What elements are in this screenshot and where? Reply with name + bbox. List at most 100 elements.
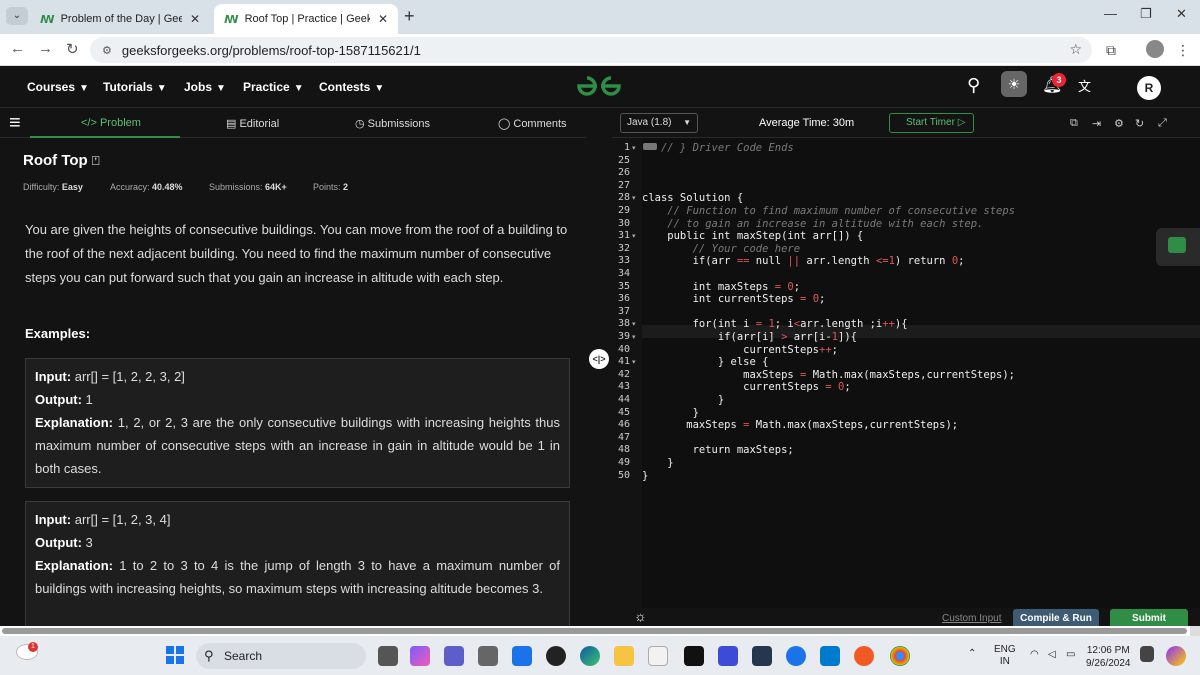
chevron-down-icon: ▼	[683, 118, 691, 127]
browser-profile-avatar[interactable]	[1146, 40, 1164, 58]
taskbar-clock[interactable]: 12:06 PM 9/26/2024	[1086, 644, 1131, 670]
site-info-icon[interactable]: ⚙	[102, 44, 112, 57]
fold-arrow-icon[interactable]: ▾	[632, 358, 636, 366]
wifi-icon[interactable]: ◠	[1030, 649, 1039, 661]
copy-icon[interactable]: ⧉	[1070, 117, 1078, 130]
nav-courses[interactable]: Courses ▼	[27, 80, 89, 94]
copilot-icon[interactable]	[410, 646, 430, 666]
fold-arrow-icon[interactable]: ▾	[632, 232, 636, 240]
fold-arrow-icon[interactable]: ▾	[632, 144, 636, 152]
teams-icon[interactable]	[444, 646, 464, 666]
line-number: 41	[617, 356, 630, 368]
nav-contests[interactable]: Contests ▼	[319, 80, 384, 94]
url-field[interactable]: ⚙ geeksforgeeks.org/problems/roof-top-15…	[90, 37, 1092, 63]
tab-comments[interactable]: ◯ Comments	[498, 117, 567, 130]
browser-tab-rooftop[interactable]: ꟿ Roof Top | Practice | GeeksforGe ✕	[214, 4, 398, 34]
nav-practice[interactable]: Practice ▼	[243, 80, 304, 94]
code-editor[interactable]: 1 ▾ // } Driver Code Ends 25 26 27 28 ▾ class S…	[612, 138, 1200, 608]
nav-tutorials[interactable]: Tutorials ▼	[103, 80, 167, 94]
line-number: 29	[617, 205, 630, 216]
code-line: }	[642, 394, 725, 406]
minimize-icon[interactable]: —	[1104, 6, 1117, 21]
browser-menu-icon[interactable]: ⋮	[1176, 42, 1190, 59]
restore-icon[interactable]: ❐	[1140, 6, 1152, 22]
export-icon[interactable]: ⇥	[1092, 117, 1101, 130]
windows-start-icon[interactable]	[166, 646, 184, 664]
chat-icon	[1168, 237, 1186, 253]
widgets-icon[interactable]	[1166, 646, 1186, 666]
vscode-icon[interactable]	[820, 646, 840, 666]
hamburger-menu-icon[interactable]: ≡	[9, 113, 21, 133]
language-select[interactable]: Java (1.8) ▼	[620, 113, 698, 133]
back-icon[interactable]: ←	[10, 40, 25, 57]
start-timer-button[interactable]: Start Timer ▷	[889, 113, 974, 133]
panel-resize-handle[interactable]: <|>	[589, 349, 609, 369]
tab-search-button[interactable]: ⌄	[6, 7, 28, 25]
volume-icon[interactable]: ◁	[1048, 649, 1056, 661]
scroll-right-arrow[interactable]	[1190, 626, 1200, 636]
tab-submissions[interactable]: ◷ Submissions	[355, 117, 430, 130]
site-header: Courses ▼ Tutorials ▼ Jobs ▼ Practice ▼ Cont…	[0, 66, 1200, 108]
settings-icon[interactable]: ⚙	[1114, 117, 1124, 130]
fold-arrow-icon[interactable]: ▾	[632, 194, 636, 202]
chevron-down-icon: ▼	[79, 83, 89, 94]
tray-overflow-icon[interactable]: ⌃	[968, 648, 976, 660]
example-explanation: 1, 2, or 2, 3 are the only consecutive b…	[35, 415, 560, 476]
battery-icon[interactable]: ▭	[1066, 649, 1075, 661]
line-number: 39	[617, 331, 630, 342]
tab-label: Roof Top | Practice | GeeksforGe	[244, 13, 370, 25]
window-close-icon[interactable]: ✕	[1176, 6, 1187, 22]
code-line: // Your code here	[692, 242, 801, 255]
close-tab-icon[interactable]: ✕	[190, 12, 200, 26]
terminal-icon[interactable]	[684, 646, 704, 666]
side-chat-widget[interactable]	[1156, 228, 1200, 266]
play-icon: ▷	[957, 117, 966, 128]
close-tab-icon[interactable]: ✕	[378, 12, 388, 26]
fold-arrow-icon[interactable]: ▾	[632, 333, 636, 341]
task-view-icon[interactable]	[378, 646, 398, 666]
forward-icon[interactable]: →	[38, 40, 53, 57]
new-tab-icon[interactable]: +	[404, 6, 415, 27]
language-indicator[interactable]: ENG IN	[994, 644, 1016, 668]
translate-icon[interactable]: 文	[1078, 76, 1091, 95]
gfg-logo[interactable]	[575, 74, 623, 105]
gfg-favicon-icon: ꟿ	[40, 13, 55, 26]
camera-icon[interactable]	[478, 646, 498, 666]
address-bar-row: ← → ↻ ⚙ geeksforgeeks.org/problems/roof-…	[0, 34, 1200, 66]
editor-footer: ☼ Custom Input Compile & Run Submit	[612, 608, 1200, 629]
file-explorer-icon[interactable]	[614, 646, 634, 666]
tab-problem[interactable]: </> Problem	[81, 117, 141, 129]
avatar[interactable]: R	[1137, 76, 1161, 100]
scrollbar-thumb[interactable]	[2, 628, 1187, 634]
nav-jobs[interactable]: Jobs ▼	[184, 80, 226, 94]
line-number: 34	[617, 268, 630, 279]
fold-arrow-icon[interactable]: ▾	[632, 320, 636, 328]
reload-icon[interactable]: ↻	[66, 40, 79, 58]
notification-center-icon[interactable]	[1140, 646, 1154, 662]
fullscreen-icon[interactable]: ⤢	[1158, 117, 1167, 130]
app-icon[interactable]	[718, 646, 738, 666]
taskbar-search[interactable]: ⚲ Search	[196, 643, 366, 669]
horizontal-scrollbar[interactable]	[0, 626, 1200, 636]
skype-icon[interactable]	[786, 646, 806, 666]
edge-icon[interactable]	[580, 646, 600, 666]
search-icon[interactable]: ⚲	[967, 75, 980, 96]
bookmark-star-icon[interactable]: ☆	[1069, 41, 1082, 58]
extensions-icon[interactable]: ⧉	[1106, 42, 1116, 59]
chrome-icon[interactable]	[890, 646, 910, 666]
app-icon[interactable]	[546, 646, 566, 666]
bookmark-icon[interactable]: ⍞	[92, 153, 100, 168]
reset-icon[interactable]: ↻	[1135, 117, 1144, 130]
notepad-icon[interactable]	[512, 646, 532, 666]
example-output: 3	[85, 535, 93, 550]
tab-editorial[interactable]: ▤ Editorial	[226, 117, 279, 130]
theme-toggle-icon[interactable]: ☀	[1001, 71, 1027, 97]
browser-tab-potd[interactable]: ꟿ Problem of the Day | GeeksforG ✕	[30, 4, 210, 34]
app-icon[interactable]	[752, 646, 772, 666]
custom-input-link[interactable]: Custom Input	[942, 613, 1001, 624]
code-line: // Function to find maximum number of co…	[667, 205, 1015, 217]
bug-icon[interactable]: ☼	[634, 608, 647, 624]
points: Points: 2	[313, 182, 349, 192]
store-icon[interactable]	[648, 646, 668, 666]
app-icon[interactable]	[854, 646, 874, 666]
